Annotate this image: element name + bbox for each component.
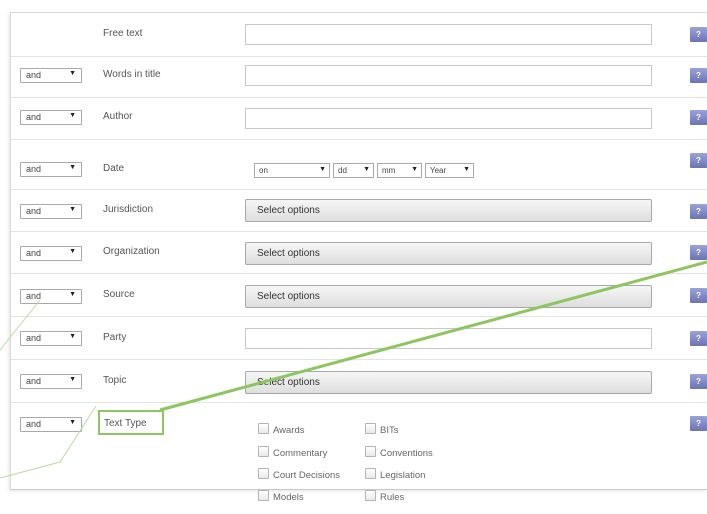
text-type-highlight [98,410,164,435]
callout-pointer-line [0,299,41,351]
callout-pointer-line [59,405,97,463]
callout-pointer-line [159,260,707,412]
callout-pointer-line [0,461,61,479]
callout-annotation [0,260,707,479]
